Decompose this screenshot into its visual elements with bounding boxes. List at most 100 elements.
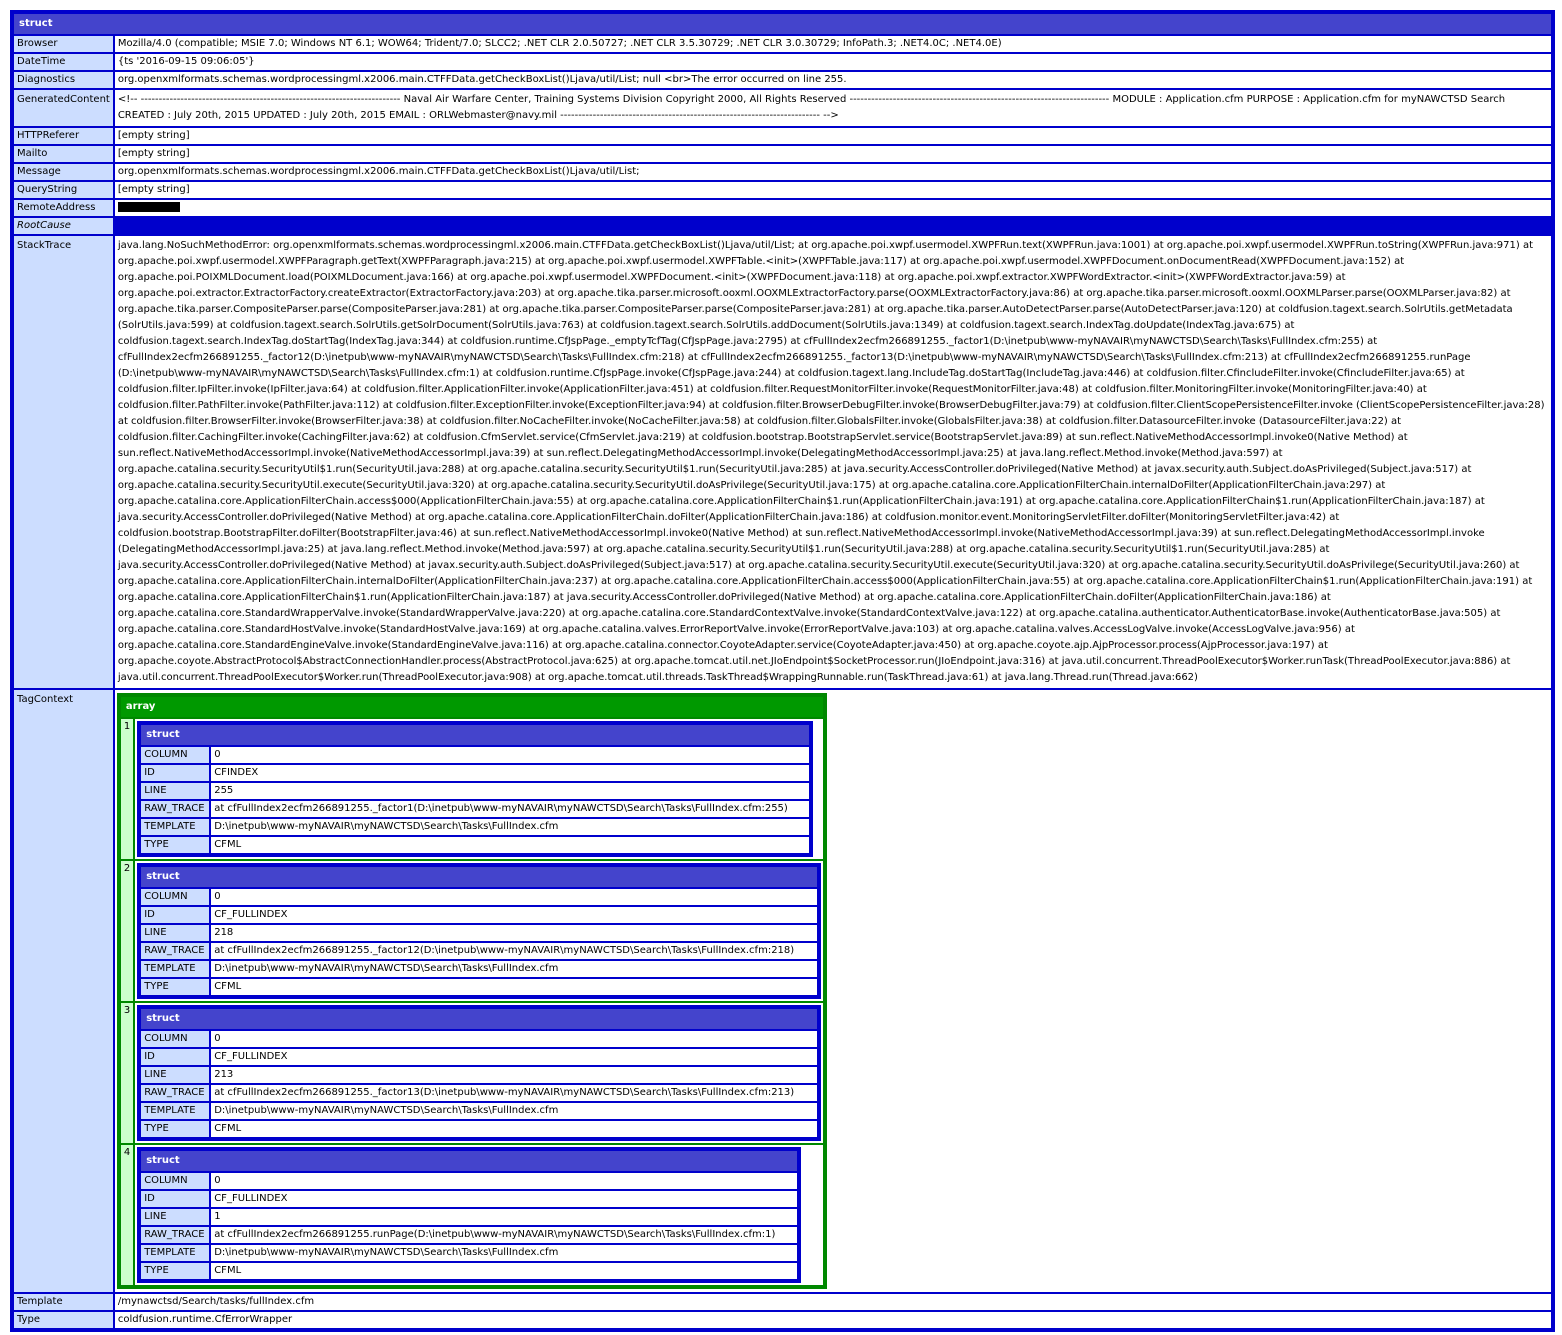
- array-item-cell: struct COLUMN 0 ID CF_FULLINDEX LINE 218 RA…: [135, 861, 824, 1001]
- inner-struct-header[interactable]: struct: [141, 1151, 798, 1171]
- key-template[interactable]: TEMPLATE: [141, 1245, 210, 1261]
- key-datetime[interactable]: DateTime: [14, 54, 113, 70]
- value-querystring: [empty string]: [114, 182, 1551, 198]
- value-id: CFINDEX: [211, 765, 810, 781]
- value-id: CF_FULLINDEX: [211, 1191, 798, 1207]
- value-type: CFML: [211, 837, 810, 853]
- array-item: 3 struct COLUMN 0 ID CF_FULLINDEX LINE 213 …: [120, 1003, 824, 1143]
- row-message: Message org.openxmlformats.schemas.wordp…: [14, 164, 1551, 180]
- key-tagcontext[interactable]: TagContext: [14, 690, 113, 1292]
- key-id[interactable]: ID: [141, 907, 210, 923]
- key-raw-trace[interactable]: RAW_TRACE: [141, 943, 210, 959]
- key-type[interactable]: TYPE: [141, 837, 210, 853]
- error-struct-table: struct Browser Mozilla/4.0 (compatible; …: [10, 10, 1555, 1332]
- key-id[interactable]: ID: [141, 1191, 210, 1207]
- value-id: CF_FULLINDEX: [211, 1049, 818, 1065]
- key-template[interactable]: TEMPLATE: [141, 961, 210, 977]
- row-datetime: DateTime {ts '2016-09-15 09:06:05'}: [14, 54, 1551, 70]
- value-message: org.openxmlformats.schemas.wordprocessin…: [114, 164, 1551, 180]
- tagcontext-struct-4: struct COLUMN 0 ID CF_FULLINDEX LINE 1 RAW_…: [137, 1147, 802, 1283]
- value-raw-trace: at cfFullIndex2ecfm266891255.runPage(D:\…: [211, 1227, 798, 1243]
- inner-struct-header[interactable]: struct: [141, 1009, 818, 1029]
- key-remoteaddress[interactable]: RemoteAddress: [14, 200, 113, 216]
- value-line: 1: [211, 1209, 798, 1225]
- array-item-cell: struct COLUMN 0 ID CFINDEX LINE 255 RAW_TRA…: [135, 719, 824, 859]
- key-column[interactable]: COLUMN: [141, 1173, 210, 1189]
- key-type[interactable]: TYPE: [141, 1263, 210, 1279]
- row-httpreferer: HTTPReferer [empty string]: [14, 128, 1551, 144]
- value-remoteaddress: [114, 200, 1551, 216]
- value-line: 213: [211, 1067, 818, 1083]
- key-template[interactable]: TEMPLATE: [141, 1103, 210, 1119]
- value-httpreferer: [empty string]: [114, 128, 1551, 144]
- key-line[interactable]: LINE: [141, 925, 210, 941]
- value-line: 255: [211, 783, 810, 799]
- row-template: Template /mynawctsd/Search/tasks/fullInd…: [14, 1294, 1551, 1310]
- key-column[interactable]: COLUMN: [141, 747, 210, 763]
- array-item-cell: struct COLUMN 0 ID CF_FULLINDEX LINE 213 RA…: [135, 1003, 824, 1143]
- array-index[interactable]: 4: [120, 1145, 134, 1285]
- key-column[interactable]: COLUMN: [141, 1031, 210, 1047]
- row-mailto: Mailto [empty string]: [14, 146, 1551, 162]
- row-browser: Browser Mozilla/4.0 (compatible; MSIE 7.…: [14, 36, 1551, 52]
- key-raw-trace[interactable]: RAW_TRACE: [141, 1085, 210, 1101]
- value-line: 218: [211, 925, 818, 941]
- key-column[interactable]: COLUMN: [141, 889, 210, 905]
- value-datetime: {ts '2016-09-15 09:06:05'}: [114, 54, 1551, 70]
- value-rootcause-collapsed[interactable]: [114, 218, 1551, 234]
- row-tagcontext: TagContext array 1 struct COLUMN 0 ID CFIN…: [14, 690, 1551, 1292]
- array-index[interactable]: 3: [120, 1003, 134, 1143]
- key-template[interactable]: Template: [14, 1294, 113, 1310]
- array-index[interactable]: 1: [120, 719, 134, 859]
- key-message[interactable]: Message: [14, 164, 113, 180]
- key-querystring[interactable]: QueryString: [14, 182, 113, 198]
- value-template: /mynawctsd/Search/tasks/fullIndex.cfm: [114, 1294, 1551, 1310]
- key-line[interactable]: LINE: [141, 1067, 210, 1083]
- key-httpreferer[interactable]: HTTPReferer: [14, 128, 113, 144]
- key-line[interactable]: LINE: [141, 783, 210, 799]
- key-type[interactable]: TYPE: [141, 979, 210, 995]
- key-template[interactable]: TEMPLATE: [141, 819, 210, 835]
- key-generated-content[interactable]: GeneratedContent: [14, 90, 113, 126]
- key-type[interactable]: Type: [14, 1312, 113, 1328]
- key-raw-trace[interactable]: RAW_TRACE: [141, 801, 210, 817]
- array-item-cell: struct COLUMN 0 ID CF_FULLINDEX LINE 1 RAW_…: [135, 1145, 824, 1285]
- key-diagnostics[interactable]: Diagnostics: [14, 72, 113, 88]
- value-stacktrace: java.lang.NoSuchMethodError: org.openxml…: [114, 236, 1551, 688]
- key-id[interactable]: ID: [141, 1049, 210, 1065]
- value-raw-trace: at cfFullIndex2ecfm266891255._factor12(D…: [211, 943, 818, 959]
- key-line[interactable]: LINE: [141, 1209, 210, 1225]
- key-rootcause[interactable]: RootCause: [14, 218, 113, 234]
- value-raw-trace: at cfFullIndex2ecfm266891255._factor1(D:…: [211, 801, 810, 817]
- tagcontext-struct-3: struct COLUMN 0 ID CF_FULLINDEX LINE 213 RA…: [137, 1005, 822, 1141]
- value-raw-trace: at cfFullIndex2ecfm266891255._factor13(D…: [211, 1085, 818, 1101]
- tagcontext-struct-2: struct COLUMN 0 ID CF_FULLINDEX LINE 218 RA…: [137, 863, 822, 999]
- key-stacktrace[interactable]: StackTrace: [14, 236, 113, 688]
- array-item: 4 struct COLUMN 0 ID CF_FULLINDEX LINE 1 RA…: [120, 1145, 824, 1285]
- value-type: coldfusion.runtime.CfErrorWrapper: [114, 1312, 1551, 1328]
- tagcontext-array: array 1 struct COLUMN 0 ID CFINDEX LINE 255…: [116, 693, 828, 1289]
- array-item: 2 struct COLUMN 0 ID CF_FULLINDEX LINE 218 …: [120, 861, 824, 1001]
- value-generated-content: <!-- -----------------------------------…: [114, 90, 1551, 126]
- value-type: CFML: [211, 979, 818, 995]
- value-template: D:\inetpub\www-myNAVAIR\myNAWCTSD\Search…: [211, 961, 818, 977]
- value-diagnostics: org.openxmlformats.schemas.wordprocessin…: [114, 72, 1551, 88]
- inner-struct-header[interactable]: struct: [141, 725, 810, 745]
- key-raw-trace[interactable]: RAW_TRACE: [141, 1227, 210, 1243]
- value-browser: Mozilla/4.0 (compatible; MSIE 7.0; Windo…: [114, 36, 1551, 52]
- struct-header[interactable]: struct: [14, 14, 1551, 34]
- value-tagcontext: array 1 struct COLUMN 0 ID CFINDEX LINE 255…: [114, 690, 1551, 1292]
- key-mailto[interactable]: Mailto: [14, 146, 113, 162]
- row-diagnostics: Diagnostics org.openxmlformats.schemas.w…: [14, 72, 1551, 88]
- key-id[interactable]: ID: [141, 765, 210, 781]
- value-type: CFML: [211, 1263, 798, 1279]
- array-header[interactable]: array: [120, 697, 824, 717]
- key-browser[interactable]: Browser: [14, 36, 113, 52]
- array-index[interactable]: 2: [120, 861, 134, 1001]
- value-template: D:\inetpub\www-myNAVAIR\myNAWCTSD\Search…: [211, 1245, 798, 1261]
- inner-struct-header[interactable]: struct: [141, 867, 818, 887]
- tagcontext-struct-1: struct COLUMN 0 ID CFINDEX LINE 255 RAW_TRA…: [137, 721, 814, 857]
- cfdump-container: struct Browser Mozilla/4.0 (compatible; …: [10, 10, 1555, 1332]
- key-type[interactable]: TYPE: [141, 1121, 210, 1137]
- row-querystring: QueryString [empty string]: [14, 182, 1551, 198]
